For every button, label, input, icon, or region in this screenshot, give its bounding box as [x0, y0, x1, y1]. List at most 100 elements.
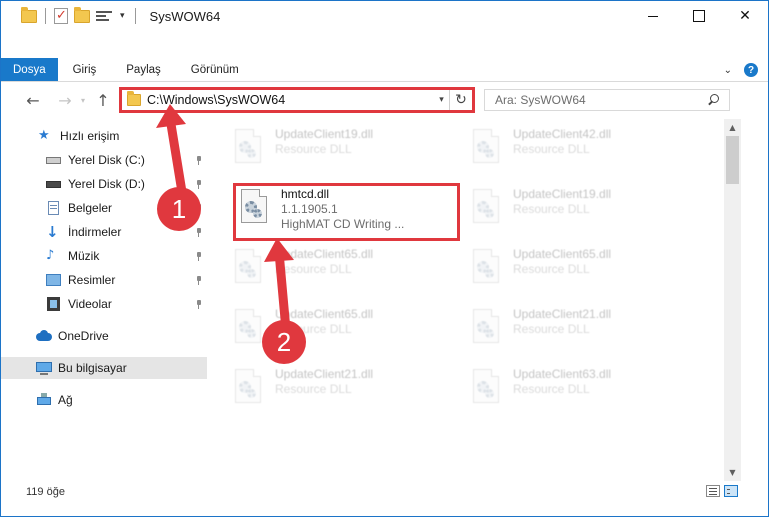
refresh-icon[interactable]: ↻	[450, 92, 472, 108]
details-view-icon[interactable]	[706, 485, 720, 497]
tab-file[interactable]: Dosya	[1, 58, 58, 81]
window-controls: ✕	[630, 1, 768, 31]
drive-icon	[46, 153, 62, 167]
close-button[interactable]: ✕	[722, 1, 768, 31]
sidebar-item-label: Resimler	[68, 273, 116, 287]
file-name: UpdateClient19.dll	[513, 187, 612, 201]
sidebar-item-music[interactable]: ♪ Müzik	[1, 245, 207, 267]
forward-button[interactable]: →	[53, 88, 77, 112]
search-icon[interactable]	[707, 94, 719, 106]
tab-share[interactable]: Paylaş	[111, 58, 176, 81]
pin-icon[interactable]	[195, 299, 205, 309]
file-description: Resource DLL	[275, 382, 352, 396]
item-count: 119 öğe	[26, 486, 65, 498]
videos-icon	[46, 297, 62, 311]
search-box[interactable]: Ara: SysWOW64	[484, 89, 730, 111]
file-description: Resource DLL	[513, 322, 590, 336]
sidebar-item-label: Videolar	[68, 297, 112, 311]
download-icon: ↓	[46, 223, 59, 241]
file-item[interactable]: UpdateClient63.dll Resource DLL	[471, 365, 696, 411]
network-icon	[36, 393, 52, 407]
sidebar-item-label: İndirmeler	[68, 225, 122, 239]
dll-file-icon	[471, 189, 501, 225]
maximize-button[interactable]	[676, 1, 722, 31]
file-item[interactable]: UpdateClient19.dll Resource DLL	[471, 185, 696, 231]
toolbar-separator	[45, 8, 46, 24]
sidebar-item-label: Müzik	[68, 249, 100, 263]
tab-view[interactable]: Görünüm	[176, 58, 254, 81]
pin-icon[interactable]	[195, 179, 205, 189]
title-separator	[134, 8, 136, 24]
up-button[interactable]: ↑	[91, 88, 115, 112]
sidebar-item-this-pc[interactable]: Bu bilgisayar	[1, 357, 207, 379]
file-description: Resource DLL	[513, 202, 590, 216]
file-list: UpdateClient19.dll Resource DLL hmtcd.dll…	[209, 119, 724, 481]
step-badge-2: 2	[262, 320, 306, 364]
dll-file-icon	[233, 369, 263, 405]
quick-access-toolbar: ▾	[21, 1, 144, 31]
file-item[interactable]: UpdateClient42.dll Resource DLL	[471, 125, 696, 171]
search-input[interactable]: Ara: SysWOW64	[495, 93, 707, 107]
dll-file-icon	[471, 129, 501, 165]
pin-icon[interactable]	[195, 275, 205, 285]
pictures-icon	[46, 273, 62, 287]
sidebar-item-pictures[interactable]: Resimler	[1, 269, 207, 291]
help-icon[interactable]: ?	[744, 63, 758, 77]
file-name: UpdateClient65.dll	[513, 247, 612, 261]
computer-icon	[36, 361, 52, 375]
minimize-button[interactable]	[630, 1, 676, 31]
scroll-down-icon[interactable]: ▼	[724, 464, 741, 481]
status-bar: 119 öğe	[1, 481, 768, 503]
sidebar-item-label: Hızlı erişim	[60, 129, 120, 143]
ribbon-tabs: Dosya Giriş Paylaş Görünüm ⌄ ?	[1, 58, 768, 82]
sidebar-item-label: OneDrive	[58, 329, 109, 343]
sidebar-item-label: Belgeler	[68, 201, 113, 215]
window-title: SysWOW64	[149, 8, 221, 24]
tiles-view-icon[interactable]	[724, 485, 738, 497]
chevron-down-icon[interactable]: ▾	[120, 11, 125, 21]
sidebar-item-videos[interactable]: Videolar	[1, 293, 207, 315]
address-bar[interactable]: C:\Windows\SysWOW64 ▾ ↻	[119, 87, 475, 113]
sidebar-item-label: Ağ	[58, 393, 73, 407]
vertical-scrollbar[interactable]: ▲ ▼	[724, 119, 741, 481]
dll-file-icon	[233, 129, 263, 165]
file-item[interactable]: UpdateClient19.dll Resource DLL	[233, 125, 458, 171]
properties-check-icon[interactable]	[54, 8, 68, 24]
sidebar-item-network[interactable]: Ağ	[1, 389, 207, 411]
file-item[interactable]: UpdateClient65.dll Resource DLL	[471, 245, 696, 291]
scroll-up-icon[interactable]: ▲	[724, 119, 741, 136]
new-folder-icon[interactable]	[74, 7, 90, 24]
address-path[interactable]: C:\Windows\SysWOW64	[147, 93, 434, 107]
star-icon: ★	[38, 128, 50, 143]
scroll-thumb[interactable]	[726, 136, 739, 184]
expand-ribbon-icon[interactable]: ⌄	[724, 65, 732, 76]
folder-icon	[21, 7, 37, 24]
file-item[interactable]: UpdateClient21.dll Resource DLL	[233, 365, 458, 411]
back-button[interactable]: ←	[21, 88, 45, 112]
file-item[interactable]: UpdateClient21.dll Resource DLL	[471, 305, 696, 351]
sidebar-item-label: Yerel Disk (C:)	[68, 153, 145, 167]
pin-icon[interactable]	[195, 251, 205, 261]
ribbon-right: ⌄ ?	[724, 58, 768, 82]
file-name: UpdateClient42.dll	[513, 127, 612, 141]
tab-home[interactable]: Giriş	[58, 58, 112, 81]
customize-toolbar-icon[interactable]	[96, 9, 112, 23]
dll-file-icon	[233, 309, 263, 345]
recent-locations-icon[interactable]: ▾	[77, 88, 89, 112]
sidebar-item-local-disk-c[interactable]: Yerel Disk (C:)	[1, 149, 207, 171]
file-description: Resource DLL	[275, 262, 352, 276]
file-description: Resource DLL	[513, 382, 590, 396]
view-buttons	[706, 485, 738, 497]
file-item[interactable]: UpdateClient65.dll Resource DLL	[233, 245, 458, 291]
pin-icon[interactable]	[195, 227, 205, 237]
highlight-box-file	[233, 183, 460, 241]
sidebar-item-onedrive[interactable]: OneDrive	[1, 325, 207, 347]
pin-icon[interactable]	[195, 155, 205, 165]
documents-icon	[46, 201, 62, 215]
file-description: Resource DLL	[275, 142, 352, 156]
address-dropdown-icon[interactable]: ▾	[434, 90, 450, 110]
file-name: UpdateClient63.dll	[513, 367, 612, 381]
file-name: UpdateClient65.dll	[275, 307, 374, 321]
sidebar-item-quick-access[interactable]: ★ Hızlı erişim	[1, 125, 207, 147]
file-name: UpdateClient19.dll	[275, 127, 374, 141]
